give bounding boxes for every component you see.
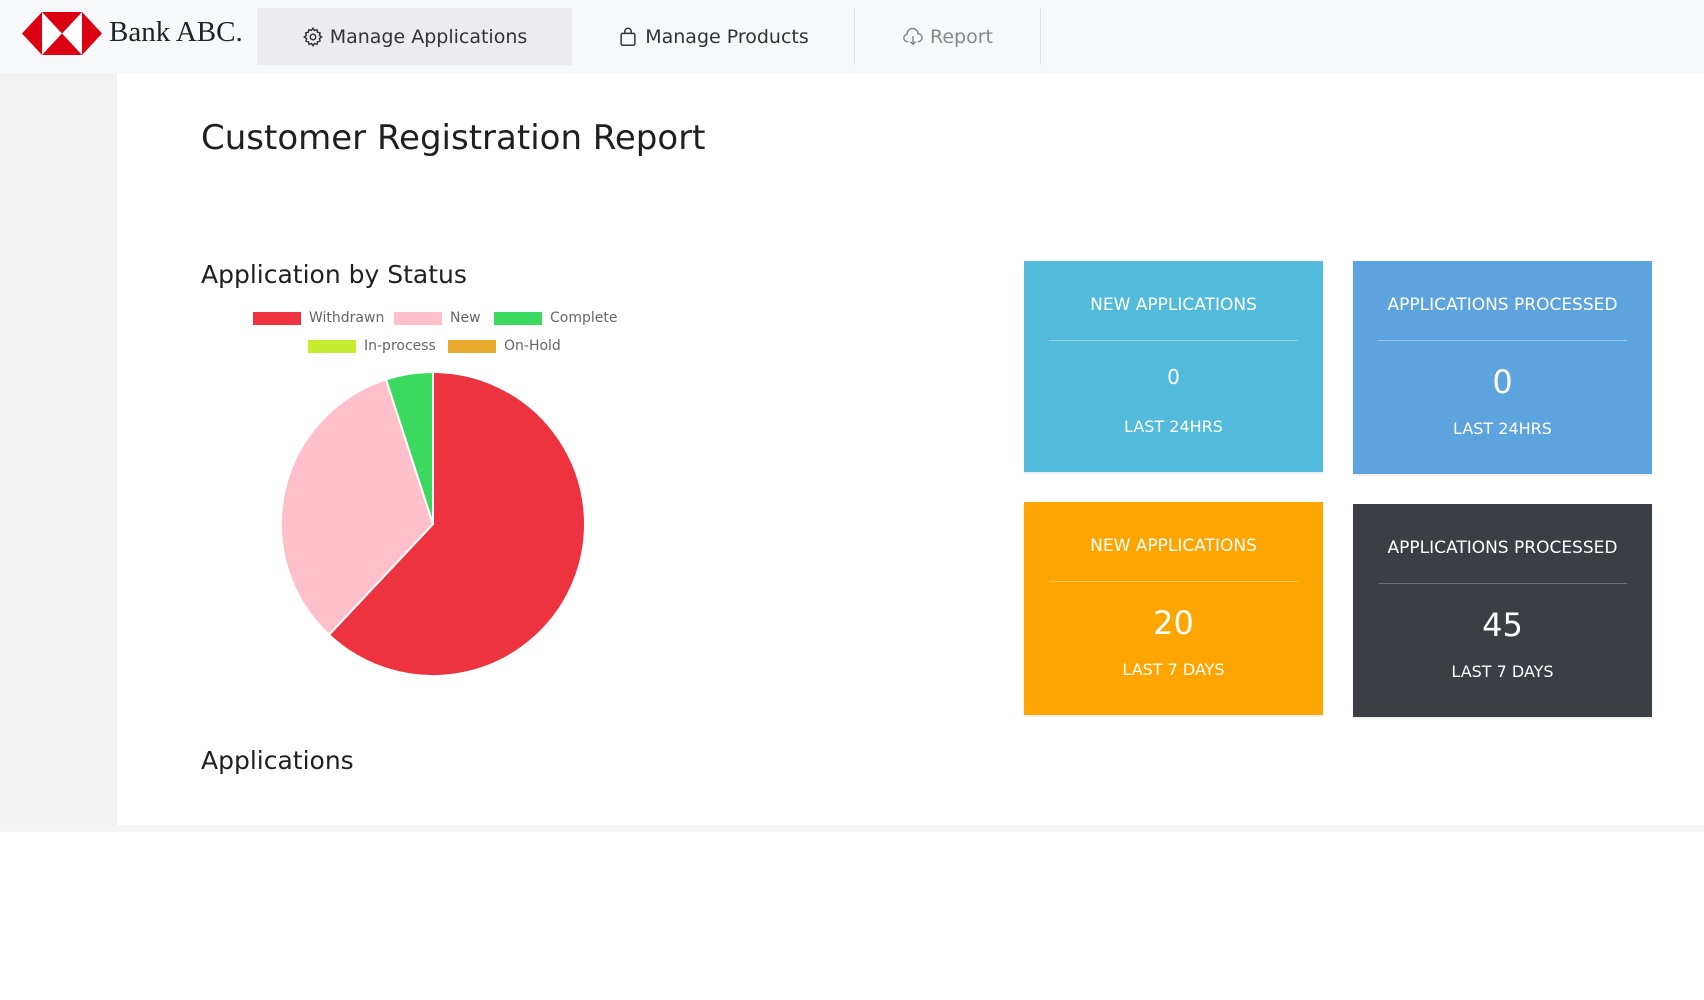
footer-strip: [0, 825, 1704, 832]
legend-swatch: [494, 311, 542, 325]
card-divider: [1378, 340, 1627, 341]
legend-label: New: [450, 310, 481, 326]
nav-report[interactable]: Report: [855, 8, 1040, 65]
card-period: LAST 7 DAYS: [1122, 660, 1225, 679]
card-period: LAST 24HRS: [1124, 417, 1223, 436]
card-value: 20: [1153, 604, 1194, 642]
shopping-bag-icon: [620, 27, 636, 46]
nav-label: Report: [930, 25, 993, 48]
legend-swatch: [253, 311, 301, 325]
card-title: APPLICATIONS PROCESSED: [1387, 538, 1618, 558]
legend-swatch: [448, 339, 496, 353]
legend-label: In-process: [364, 338, 436, 354]
card-divider: [1049, 340, 1298, 341]
card-new-applications-24hrs: NEW APPLICATIONS 0 LAST 24HRS: [1024, 261, 1323, 472]
nav-manage-products[interactable]: Manage Products: [572, 8, 854, 65]
applications-section-title: Applications: [201, 746, 354, 775]
card-divider: [1049, 581, 1298, 582]
card-title: APPLICATIONS PROCESSED: [1387, 295, 1618, 315]
card-period: LAST 24HRS: [1453, 419, 1552, 438]
page-title: Customer Registration Report: [201, 118, 706, 158]
card-period: LAST 7 DAYS: [1451, 662, 1554, 681]
legend-label: Withdrawn: [309, 310, 385, 326]
nav-divider: [1040, 8, 1041, 65]
card-applications-processed-24hrs: APPLICATIONS PROCESSED 0 LAST 24HRS: [1353, 261, 1652, 474]
nav-label: Manage Applications: [329, 25, 528, 48]
nav-label: Manage Products: [645, 25, 809, 48]
card-applications-processed-7days: APPLICATIONS PROCESSED 45 LAST 7 DAYS: [1353, 504, 1652, 717]
nav-manage-applications[interactable]: Manage Applications: [257, 8, 572, 65]
card-value: 0: [1492, 363, 1513, 401]
card-divider: [1378, 583, 1627, 584]
legend-item-on-hold[interactable]: On-Hold: [448, 338, 561, 354]
bank-logo-icon: [22, 12, 102, 55]
card-title: NEW APPLICATIONS: [1090, 536, 1257, 556]
card-new-applications-7days: NEW APPLICATIONS 20 LAST 7 DAYS: [1024, 502, 1323, 715]
gear-icon: [302, 26, 323, 47]
legend-label: Complete: [550, 310, 618, 326]
cloud-download-icon: [903, 27, 923, 45]
legend-item-new[interactable]: New: [394, 310, 481, 326]
top-navbar: Bank ABC. Manage Applications Manage Pro…: [0, 0, 1704, 73]
legend-item-complete[interactable]: Complete: [494, 310, 617, 326]
legend-swatch: [394, 311, 442, 325]
card-value: 0: [1167, 365, 1180, 389]
card-value: 45: [1482, 606, 1523, 644]
legend-item-withdrawn[interactable]: Withdrawn: [253, 310, 384, 326]
status-chart-title: Application by Status: [201, 260, 467, 289]
legend-item-in-process[interactable]: In-process: [308, 338, 436, 354]
sidebar: [0, 73, 117, 825]
legend-swatch: [308, 339, 356, 353]
status-pie-chart[interactable]: [277, 368, 589, 680]
brand-name: Bank ABC.: [109, 16, 243, 48]
legend-label: On-Hold: [504, 338, 561, 354]
card-title: NEW APPLICATIONS: [1090, 295, 1257, 315]
